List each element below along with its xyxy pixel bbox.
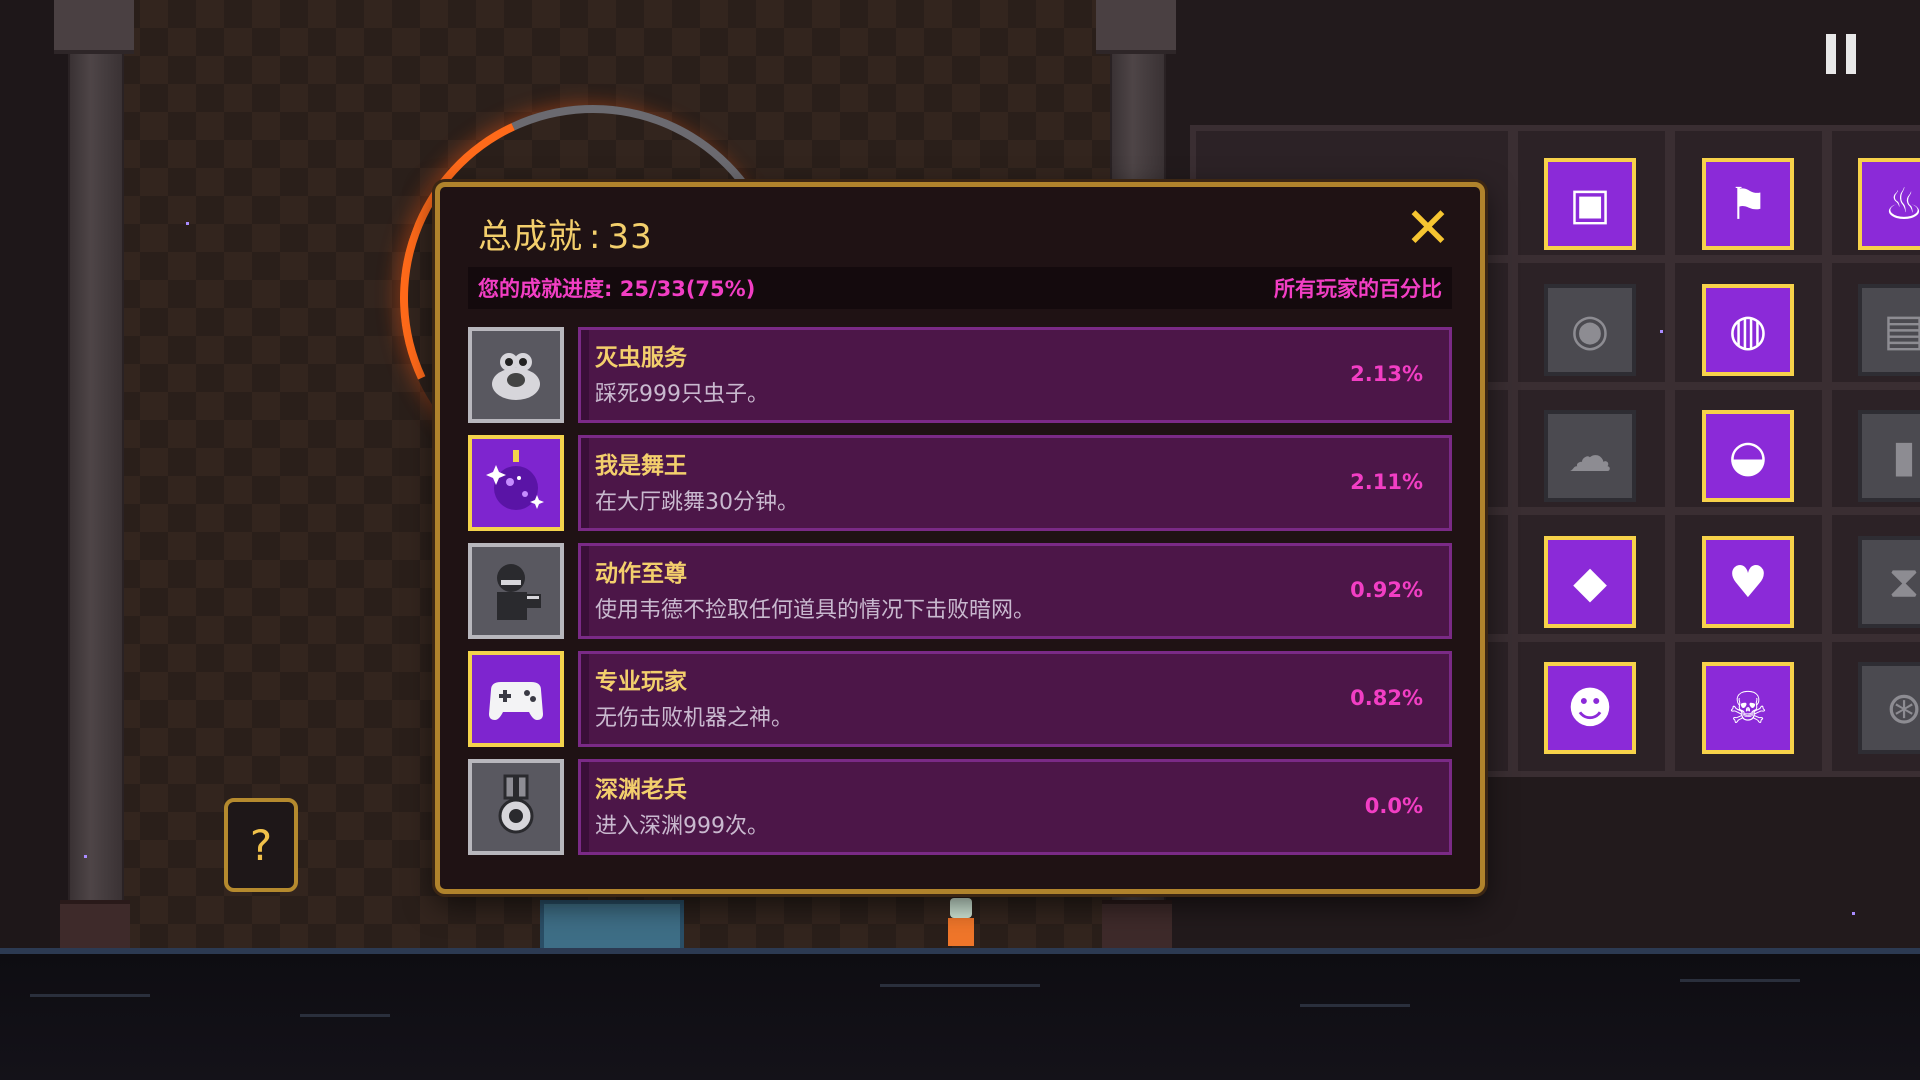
achievement-row[interactable]: 深渊老兵 进入深渊999次。 0.0% — [468, 759, 1452, 855]
mask-icon[interactable]: ☻ — [1544, 662, 1636, 754]
pillar-left-base — [60, 900, 130, 950]
panel-title: 总成就:33 — [478, 209, 653, 258]
medal-icon — [468, 759, 564, 855]
achievement-percent: 0.92% — [1350, 578, 1423, 602]
fighter-icon — [468, 543, 564, 639]
candles-icon[interactable]: ♨ — [1858, 158, 1920, 250]
pause-button[interactable] — [1826, 34, 1856, 74]
shelf-divider — [1822, 125, 1832, 775]
sparkle — [1852, 912, 1855, 915]
door-icon[interactable]: ▮ — [1858, 410, 1920, 502]
wave — [1300, 1004, 1410, 1007]
achievement-card: 我是舞王 在大厅跳舞30分钟。 2.11% — [578, 435, 1452, 531]
achievement-description: 踩死999只虫子。 — [595, 382, 769, 407]
smoke-icon[interactable]: ☁ — [1544, 410, 1636, 502]
achievements-panel: 总成就:33 ✕ 您的成就进度: 25/33(75%) 所有玩家的百分比 灭虫服… — [435, 182, 1485, 894]
achievement-row[interactable]: 灭虫服务 踩死999只虫子。 2.13% — [468, 327, 1452, 423]
question-icon: ? — [249, 820, 273, 870]
achievement-description: 在大厅跳舞30分钟。 — [595, 490, 799, 515]
achievement-name: 我是舞王 — [595, 453, 687, 479]
worm-icon — [468, 327, 564, 423]
gamepad-icon — [468, 651, 564, 747]
player-character — [940, 898, 980, 948]
help-button[interactable]: ? — [224, 798, 298, 892]
shelf-divider — [1508, 125, 1518, 775]
pause-icon — [1846, 34, 1856, 74]
player-body — [948, 918, 974, 946]
water-reflection — [0, 954, 1920, 1080]
achievement-card: 深渊老兵 进入深渊999次。 0.0% — [578, 759, 1452, 855]
worm-icon[interactable]: ◉ — [1544, 284, 1636, 376]
achievement-percent: 0.0% — [1364, 794, 1423, 818]
achievement-percent: 2.11% — [1350, 470, 1423, 494]
tombstone-icon[interactable]: ▤ — [1858, 284, 1920, 376]
shelf-divider — [1665, 125, 1675, 775]
pillar-left-cap — [54, 0, 134, 54]
achievement-row[interactable]: 专业玩家 无伤击败机器之神。 0.82% — [468, 651, 1452, 747]
achievement-description: 进入深渊999次。 — [595, 814, 769, 839]
pillar-right-base — [1102, 900, 1172, 950]
disco-ball-icon — [468, 435, 564, 531]
achievement-percent: 2.13% — [1350, 362, 1423, 386]
pillar-right-cap — [1096, 0, 1176, 54]
title-separator: : — [589, 217, 602, 257]
sparkle — [186, 222, 189, 225]
wave — [1680, 979, 1800, 982]
wave — [880, 984, 1040, 987]
sparkle — [84, 855, 87, 858]
player-head — [950, 898, 972, 918]
achievement-row[interactable]: 我是舞王 在大厅跳舞30分钟。 2.11% — [468, 435, 1452, 531]
achievement-name: 专业玩家 — [595, 669, 687, 695]
achievement-list[interactable]: 灭虫服务 踩死999只虫子。 2.13% 我是舞王 在大厅跳舞30分钟。 2.1… — [468, 327, 1452, 867]
shark-icon[interactable]: ◆ — [1544, 536, 1636, 628]
title-label: 总成就 — [478, 217, 583, 257]
achievement-row[interactable]: 动作至尊 使用韦德不捡取任何道具的情况下击败暗网。 0.92% — [468, 543, 1452, 639]
close-button[interactable]: ✕ — [1400, 201, 1456, 257]
hourglass-icon[interactable]: ⧗ — [1858, 536, 1920, 628]
achievement-card: 专业玩家 无伤击败机器之神。 0.82% — [578, 651, 1452, 747]
achievement-card: 灭虫服务 踩死999只虫子。 2.13% — [578, 327, 1452, 423]
achievement-description: 使用韦德不捡取任何道具的情况下击败暗网。 — [595, 598, 1036, 623]
achievement-description: 无伤击败机器之神。 — [595, 706, 794, 731]
pillar-left — [68, 0, 124, 900]
achievement-name: 深渊老兵 — [595, 777, 687, 803]
gamepad-icon[interactable]: ◍ — [1702, 284, 1794, 376]
pause-icon — [1826, 34, 1836, 74]
progress-text: 您的成就进度: 25/33(75%) — [478, 277, 756, 301]
progress-header: 您的成就进度: 25/33(75%) 所有玩家的百分比 — [468, 267, 1452, 309]
left-wall — [0, 0, 70, 950]
close-icon: ✕ — [1404, 196, 1452, 261]
hard-hat-icon[interactable]: ◒ — [1702, 410, 1794, 502]
achievement-card: 动作至尊 使用韦德不捡取任何道具的情况下击败暗网。 0.92% — [578, 543, 1452, 639]
wave — [30, 994, 150, 997]
sparkle — [1660, 330, 1663, 333]
winged-boot-icon[interactable]: ⚑ — [1702, 158, 1794, 250]
vault-icon[interactable]: ⊛ — [1858, 662, 1920, 754]
achievement-name: 灭虫服务 — [595, 345, 687, 371]
heart-icon[interactable]: ♥ — [1702, 536, 1794, 628]
achievement-percent: 0.82% — [1350, 686, 1423, 710]
treasure-chest-icon[interactable]: ▣ — [1544, 158, 1636, 250]
total-achievements-count: 33 — [607, 217, 653, 257]
achievement-name: 动作至尊 — [595, 561, 687, 587]
ghost-icon[interactable]: ☠ — [1702, 662, 1794, 754]
global-percent-label: 所有玩家的百分比 — [1274, 277, 1442, 301]
wave — [300, 1014, 390, 1017]
